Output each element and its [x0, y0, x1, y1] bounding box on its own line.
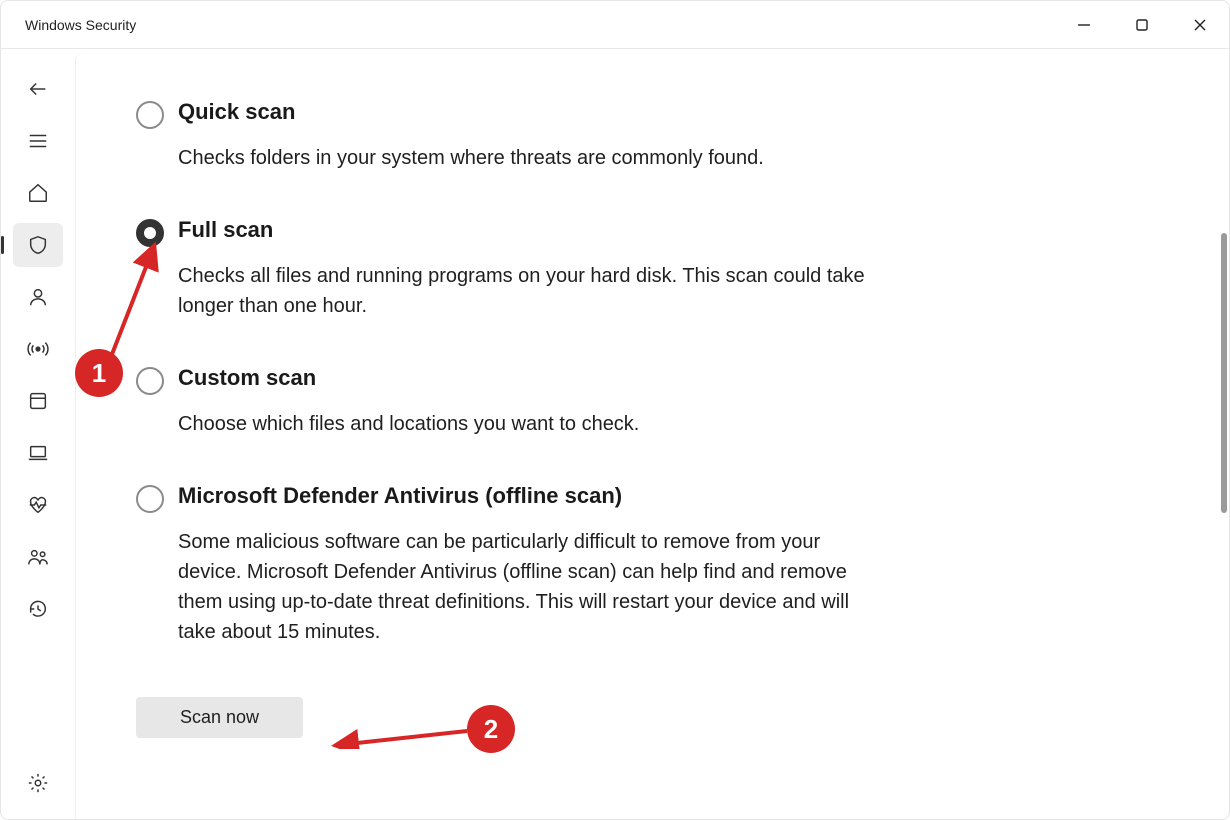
person-icon [27, 286, 49, 308]
nav-settings[interactable] [13, 761, 63, 805]
people-icon [27, 546, 49, 568]
home-icon [27, 182, 49, 204]
nav-home[interactable] [13, 171, 63, 215]
scan-title: Quick scan [178, 99, 916, 125]
nav-firewall-network[interactable] [13, 327, 63, 371]
hamburger-icon [27, 130, 49, 152]
hamburger-menu-button[interactable] [13, 119, 63, 163]
scan-description: Checks folders in your system where thre… [178, 143, 878, 173]
window-controls [1055, 1, 1229, 48]
maximize-button[interactable] [1113, 1, 1171, 48]
back-button[interactable] [13, 67, 63, 111]
scan-description: Choose which files and locations you wan… [178, 409, 878, 439]
heart-pulse-icon [27, 494, 49, 516]
nav-protection-history[interactable] [13, 587, 63, 631]
scan-title: Custom scan [178, 365, 916, 391]
scan-now-button[interactable]: Scan now [136, 697, 303, 738]
scan-title: Microsoft Defender Antivirus (offline sc… [178, 483, 916, 509]
radio-full-scan[interactable] [136, 219, 164, 247]
scan-description: Checks all files and running programs on… [178, 261, 878, 321]
shield-icon [27, 234, 49, 256]
scan-option-custom: Custom scan Choose which files and locat… [136, 365, 916, 439]
nav-virus-threat-protection[interactable] [13, 223, 63, 267]
maximize-icon [1135, 18, 1149, 32]
annotation-badge-1: 1 [75, 349, 123, 397]
nav-device-performance[interactable] [13, 483, 63, 527]
close-button[interactable] [1171, 1, 1229, 48]
close-icon [1193, 18, 1207, 32]
nav-app-browser-control[interactable] [13, 379, 63, 423]
minimize-icon [1077, 18, 1091, 32]
radio-custom-scan[interactable] [136, 367, 164, 395]
window-title: Windows Security [25, 17, 136, 33]
browser-icon [27, 390, 49, 412]
scrollbar-thumb[interactable] [1221, 233, 1227, 513]
gear-icon [27, 772, 49, 794]
nav-family-options[interactable] [13, 535, 63, 579]
scan-option-full: Full scan Checks all files and running p… [136, 217, 916, 321]
annotation-badge-2: 2 [467, 705, 515, 753]
scan-option-quick: Quick scan Checks folders in your system… [136, 99, 916, 173]
nav-device-security[interactable] [13, 431, 63, 475]
arrow-left-icon [27, 78, 49, 100]
radio-offline-scan[interactable] [136, 485, 164, 513]
laptop-icon [27, 442, 49, 464]
titlebar: Windows Security [1, 1, 1229, 49]
wifi-signal-icon [27, 338, 49, 360]
nav-account-protection[interactable] [13, 275, 63, 319]
history-icon [27, 598, 49, 620]
scan-description: Some malicious software can be particula… [178, 527, 878, 647]
sidebar [1, 49, 75, 819]
minimize-button[interactable] [1055, 1, 1113, 48]
scan-option-offline: Microsoft Defender Antivirus (offline sc… [136, 483, 916, 647]
scan-title: Full scan [178, 217, 916, 243]
main-content: Quick scan Checks folders in your system… [76, 53, 976, 819]
radio-quick-scan[interactable] [136, 101, 164, 129]
